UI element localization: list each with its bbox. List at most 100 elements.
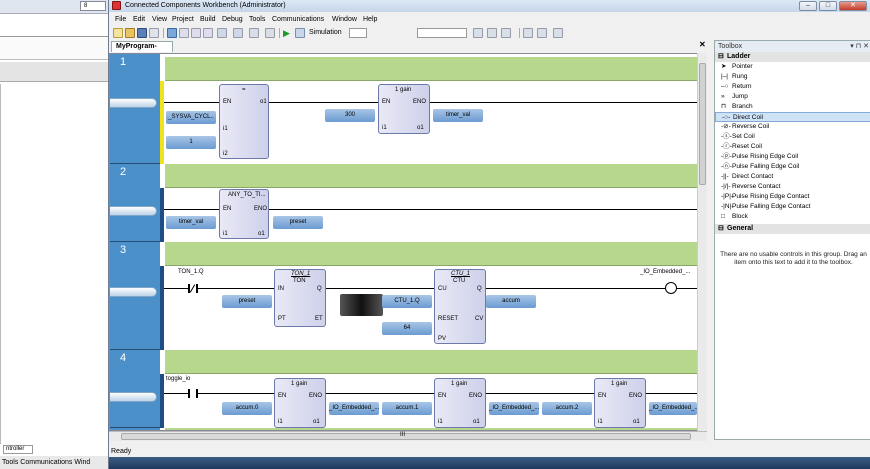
rung-number-1[interactable]: 1 <box>110 54 160 164</box>
menu-edit[interactable]: Edit <box>133 14 145 26</box>
ladder-editor[interactable]: 1 = EN o1 i1 i2 _SYSVA_CYCL.. 1 1 gain E… <box>109 53 707 431</box>
eq-input-2[interactable]: 1 <box>166 136 216 149</box>
toolbox-item-pointer[interactable]: ➤ Pointer <box>715 62 870 72</box>
gain-block-2[interactable]: 1 gain EN ENO i1 o1 <box>434 378 486 428</box>
save-icon[interactable] <box>137 28 147 38</box>
print-icon[interactable] <box>167 28 177 38</box>
toolbox-item-pulse-rising-edge-contact[interactable]: -|P|- Pulse Rising Edge Contact <box>715 192 870 202</box>
menu-file[interactable]: File <box>115 14 126 26</box>
run-icon[interactable]: ▶ <box>283 28 293 38</box>
scrollbar-thumb[interactable]: III <box>121 432 691 440</box>
toolbox-item-rung[interactable]: |–| Rung <box>715 72 870 82</box>
close-button[interactable]: ✕ <box>839 1 867 11</box>
rung-comment-1[interactable] <box>165 57 697 81</box>
toolbox-item-reset-coil[interactable]: -ⓡ- Reset Coil <box>715 142 870 152</box>
convert-input[interactable]: timer_val <box>166 216 216 229</box>
navigate-icon[interactable] <box>249 28 259 38</box>
toolbox-item-return[interactable]: –○ Return <box>715 82 870 92</box>
any-to-time-block[interactable]: ANY_TO_TI... EN ENO i1 o1 <box>219 189 269 239</box>
eq-input-1[interactable]: _SYSVA_CYCL.. <box>166 111 216 124</box>
rung-comment-2[interactable] <box>165 164 697 188</box>
menu-communications[interactable]: Communications <box>272 14 324 26</box>
toolbox-group-general[interactable]: ⊟ General <box>715 224 870 234</box>
save-all-icon[interactable] <box>149 28 159 38</box>
toolbox-item-direct-coil[interactable]: -○- Direct Coil <box>715 112 870 122</box>
menu-tools[interactable]: Tools <box>249 14 265 26</box>
menu-help[interactable]: Help <box>363 14 377 26</box>
rung-number-3[interactable]: 3 <box>110 242 160 350</box>
gain-input[interactable]: 300 <box>325 109 375 122</box>
gain-block-3[interactable]: 1 gain EN ENO i1 o1 <box>594 378 646 428</box>
background-number-field[interactable]: 8 <box>80 1 106 11</box>
menu-view[interactable]: View <box>152 14 167 26</box>
toolbox-item-branch[interactable]: ⊓ Branch <box>715 102 870 112</box>
gain3-output[interactable]: _IO_Embedded_... <box>649 402 697 415</box>
minimize-button[interactable]: – <box>799 1 817 11</box>
rung-handle[interactable] <box>110 392 157 402</box>
open-folder-icon[interactable] <box>125 28 135 38</box>
cut-icon[interactable] <box>179 28 189 38</box>
rung-comment-4[interactable] <box>165 350 697 374</box>
background-menubar[interactable]: Tools Communications Wind <box>0 456 110 469</box>
toolbox-item-pulse-rising-edge-coil[interactable]: -ⓟ- Pulse Rising Edge Coil <box>715 152 870 162</box>
toolbox-item-block[interactable]: □ Block <box>715 212 870 222</box>
search-dropdown[interactable] <box>417 28 467 38</box>
equal-block[interactable]: = EN o1 i1 i2 <box>219 84 269 159</box>
toolbox-controls[interactable]: ▾ ⊓ ✕ <box>850 41 869 52</box>
ctu-reset-input[interactable]: CTU_1.Q <box>382 295 432 308</box>
rung-comment-3[interactable] <box>165 242 697 266</box>
ctu-cv-output[interactable]: accum <box>486 295 536 308</box>
gain2-input[interactable]: accum.1 <box>382 402 432 415</box>
toolbox-item-pulse-falling-edge-contact[interactable]: -|N|- Pulse Falling Edge Contact <box>715 202 870 212</box>
gain-output[interactable]: timer_val <box>433 109 483 122</box>
menu-debug[interactable]: Debug <box>222 14 243 26</box>
collapse-icon[interactable]: ⊟ <box>718 52 724 62</box>
ton-preset-input[interactable]: preset <box>222 295 272 308</box>
grid-icon[interactable] <box>553 28 563 38</box>
simulation-icon[interactable] <box>295 28 305 38</box>
et-output-placeholder[interactable] <box>340 294 383 316</box>
ctu-pv-input[interactable]: 64 <box>382 322 432 335</box>
zoom-in-icon[interactable] <box>523 28 533 38</box>
menu-window[interactable]: Window <box>332 14 357 26</box>
rung-handle[interactable] <box>110 287 157 297</box>
toolbox-item-pulse-falling-edge-coil[interactable]: -ⓝ- Pulse Falling Edge Coil <box>715 162 870 172</box>
tab-myprogram-pou[interactable]: MyProgram-POU* <box>111 41 173 60</box>
new-file-icon[interactable] <box>113 28 123 38</box>
rung-number-4[interactable]: 4 <box>110 350 160 428</box>
convert-output[interactable]: preset <box>273 216 323 229</box>
maximize-button[interactable]: □ <box>819 1 837 11</box>
toolbox-item-reverse-contact[interactable]: -|/|- Reverse Contact <box>715 182 870 192</box>
simulation-label[interactable]: Simulation <box>309 28 342 38</box>
reverse-contact[interactable] <box>188 284 198 293</box>
background-tab[interactable]: ntroller <box>3 445 33 454</box>
toolbox-empty-message[interactable]: There are no usable controls in this gro… <box>720 251 867 267</box>
direct-coil[interactable] <box>665 282 677 294</box>
menu-build[interactable]: Build <box>200 14 216 26</box>
toolbox-item-reverse-coil[interactable]: -⊘- Reverse Coil <box>715 122 870 132</box>
paste-icon[interactable] <box>203 28 213 38</box>
rung-number-2[interactable]: 2 <box>110 164 160 242</box>
close-document-icon[interactable]: ✕ <box>699 40 706 49</box>
rung-handle[interactable] <box>110 206 157 216</box>
gain3-input[interactable]: accum.2 <box>542 402 592 415</box>
vertical-scrollbar[interactable] <box>697 53 707 431</box>
toolbox-item-direct-contact[interactable]: -||- Direct Contact <box>715 172 870 182</box>
toolbox-item-set-coil[interactable]: -ⓢ- Set Coil <box>715 132 870 142</box>
options-icon[interactable] <box>501 28 511 38</box>
ctu-block[interactable]: CTU_1 CTU CU Q RESET CV PV <box>434 269 486 344</box>
gain1-input[interactable]: accum.0 <box>222 402 272 415</box>
gain-block-1[interactable]: 1 gain EN ENO i1 o1 <box>274 378 326 428</box>
menu-project[interactable]: Project <box>172 14 194 26</box>
redo-icon[interactable] <box>233 28 243 38</box>
gain2-output[interactable]: _IO_Embedded_... <box>489 402 539 415</box>
gain-block[interactable]: 1 gain EN ENO i1 o1 <box>378 84 430 134</box>
gain1-output[interactable]: _IO_Embedded_... <box>329 402 379 415</box>
collapse-icon[interactable]: ⊟ <box>718 224 724 234</box>
horizontal-scrollbar[interactable]: III <box>109 431 707 441</box>
ton-block[interactable]: TON_1 TON IN Q PT ET <box>274 269 326 327</box>
copy-icon[interactable] <box>191 28 201 38</box>
simulation-dropdown[interactable] <box>349 28 367 38</box>
undo-icon[interactable] <box>217 28 227 38</box>
replace-icon[interactable] <box>487 28 497 38</box>
